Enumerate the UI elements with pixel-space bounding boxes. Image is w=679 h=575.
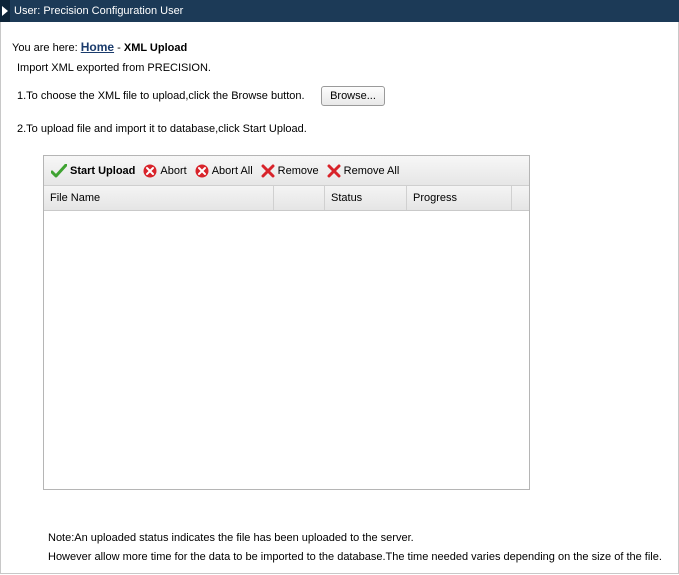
x-icon [261,164,275,177]
abort-all-button[interactable]: Abort All [195,164,253,178]
breadcrumb: You are here: Home - XML Upload [12,40,187,54]
abort-label: Abort [160,164,187,177]
breadcrumb-prefix: You are here: [12,42,78,54]
breadcrumb-separator: - [117,42,121,54]
upload-toolbar: Start Upload Abort Abort All Remove Remo… [44,156,529,186]
breadcrumb-home-link[interactable]: Home [81,40,114,54]
abort-x-circle-icon [195,164,209,177]
column-header-status[interactable]: Status [325,186,407,210]
upload-grid: Start Upload Abort Abort All Remove Remo… [43,155,530,490]
abort-x-circle-icon [143,164,157,177]
abort-button[interactable]: Abort [143,164,187,178]
chevron-right-icon[interactable] [0,0,10,22]
start-upload-button[interactable]: Start Upload [51,163,136,178]
column-header-file-name[interactable]: File Name [44,186,274,210]
header-title: User: Precision Configuration User [14,5,184,17]
breadcrumb-current: XML Upload [123,42,188,54]
step1-text: 1.To choose the XML file to upload,click… [17,90,305,102]
abort-all-label: Abort All [211,164,253,177]
note-line-1: Note:An uploaded status indicates the fi… [48,532,414,544]
remove-all-button[interactable]: Remove All [327,164,400,178]
page-header: User: Precision Configuration User [0,0,679,22]
checkmark-icon [51,163,67,177]
file-list-body[interactable] [44,211,529,489]
intro-text: Import XML exported from PRECISION. [17,62,211,74]
browse-button[interactable]: Browse... [321,86,385,106]
column-header-progress[interactable]: Progress [407,186,512,210]
column-header-blank[interactable] [274,186,325,210]
step2-text: 2.To upload file and import it to databa… [17,123,307,135]
remove-label: Remove [277,164,319,177]
x-icon [327,164,341,177]
table-header: File Name Status Progress [44,186,529,211]
start-upload-label: Start Upload [70,164,136,177]
remove-all-label: Remove All [343,164,400,177]
remove-button[interactable]: Remove [261,164,319,178]
note-line-2: However allow more time for the data to … [48,551,662,563]
